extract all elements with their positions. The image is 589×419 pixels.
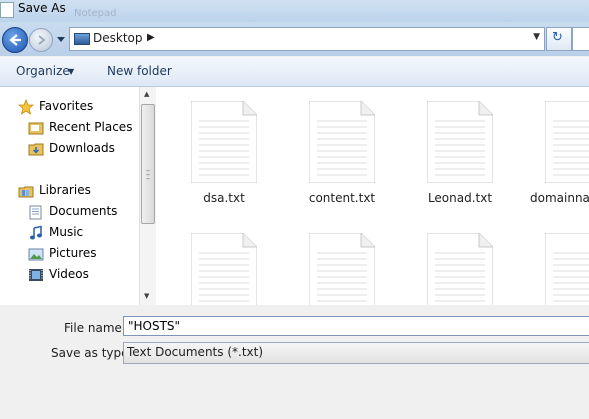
organize-button[interactable]: Organize	[16, 64, 70, 78]
text-file-icon	[191, 101, 257, 183]
new-folder-button[interactable]: New folder	[107, 64, 172, 78]
back-arrow-icon	[9, 34, 21, 46]
file-item[interactable]	[156, 219, 257, 305]
nav-label: Pictures	[49, 246, 97, 260]
nav-item-videos[interactable]: Videos	[28, 266, 138, 284]
nav-label: Libraries	[39, 183, 91, 197]
title-bar: Save As Notepad	[0, 0, 589, 22]
text-file-icon	[191, 233, 257, 305]
address-location[interactable]: Desktop	[93, 31, 143, 45]
nav-item-documents[interactable]: Documents	[28, 203, 138, 221]
nav-item-libraries[interactable]: Libraries	[18, 182, 138, 200]
file-item[interactable]: content.txt	[274, 87, 375, 207]
app-icon	[0, 2, 14, 18]
nav-label: Recent Places	[49, 120, 133, 134]
background-window-title: Notepad	[74, 8, 117, 19]
forward-arrow-icon	[38, 35, 46, 45]
address-row: Desktop ▶ ▼ ↻	[0, 22, 589, 56]
navigation-pane: Favorites Recent Places Downloads Librar…	[0, 87, 155, 305]
file-name-input[interactable]	[123, 316, 589, 336]
downloads-folder-icon	[28, 143, 44, 156]
scroll-up-icon[interactable]: ▲	[144, 90, 149, 98]
text-file-icon	[309, 101, 375, 183]
recent-pages-dropdown-icon[interactable]	[56, 34, 66, 44]
file-item[interactable]	[510, 219, 589, 305]
back-button[interactable]	[2, 27, 28, 53]
nav-label: Documents	[49, 204, 118, 218]
text-file-icon	[309, 233, 375, 305]
nav-label: Downloads	[49, 141, 115, 155]
text-file-icon	[427, 101, 493, 183]
star-icon	[18, 99, 34, 115]
refresh-button[interactable]: ↻	[546, 27, 572, 51]
refresh-icon: ↻	[552, 30, 563, 45]
save-as-type-value: Text Documents (*.txt)	[127, 345, 264, 359]
desktop-icon	[74, 33, 90, 45]
nav-item-music[interactable]: Music	[28, 224, 138, 242]
save-form: File name: Save as type: Text Documents …	[0, 305, 589, 419]
nav-label: Music	[49, 225, 84, 239]
file-name: content.txt	[308, 191, 376, 205]
nav-label: Favorites	[39, 99, 94, 113]
nav-item-favorites[interactable]: Favorites	[18, 98, 138, 116]
file-item[interactable]: dsa.txt	[156, 87, 257, 207]
music-icon	[30, 225, 42, 240]
grip-icon: – – –	[146, 166, 150, 183]
address-bar[interactable]: Desktop ▶ ▼	[69, 27, 545, 51]
file-item[interactable]	[392, 219, 493, 305]
text-file-icon	[545, 233, 589, 305]
videos-icon	[29, 269, 43, 281]
file-item[interactable]: domainname	[510, 87, 589, 207]
address-dropdown-icon[interactable]: ▼	[533, 32, 540, 42]
forward-button[interactable]	[29, 28, 53, 52]
breadcrumb-chevron-icon[interactable]: ▶	[147, 32, 155, 43]
search-input[interactable]	[572, 27, 589, 51]
file-name: Leonad.txt	[427, 191, 493, 205]
text-file-icon	[545, 101, 589, 183]
nav-item-pictures[interactable]: Pictures	[28, 245, 138, 263]
file-name-label: File name:	[64, 321, 126, 335]
nav-item-downloads[interactable]: Downloads	[28, 140, 138, 158]
nav-label: Videos	[49, 267, 89, 281]
text-file-icon	[427, 233, 493, 305]
scroll-down-icon[interactable]: ▼	[144, 292, 149, 300]
libraries-icon	[18, 186, 34, 198]
file-list: dsa.txt content.txt Leonad.txt domainnam…	[156, 87, 589, 305]
recent-places-icon	[28, 122, 44, 135]
save-as-type-select[interactable]: Text Documents (*.txt)	[123, 342, 589, 364]
file-item[interactable]	[274, 219, 375, 305]
organize-dropdown-icon[interactable]: ▼	[68, 67, 74, 76]
command-bar: Organize ▼ New folder	[0, 57, 589, 87]
pictures-icon	[28, 248, 44, 261]
window-title: Save As	[18, 1, 66, 15]
documents-icon	[29, 205, 42, 220]
save-as-type-label: Save as type:	[51, 346, 133, 360]
file-name: dsa.txt	[203, 191, 245, 205]
scrollbar-thumb[interactable]: – – –	[141, 104, 155, 224]
file-item[interactable]: Leonad.txt	[392, 87, 493, 207]
file-name: domainname	[530, 191, 589, 205]
navigation-scrollbar[interactable]: ▲ – – – ▼	[139, 87, 156, 305]
nav-item-recent-places[interactable]: Recent Places	[28, 119, 138, 137]
